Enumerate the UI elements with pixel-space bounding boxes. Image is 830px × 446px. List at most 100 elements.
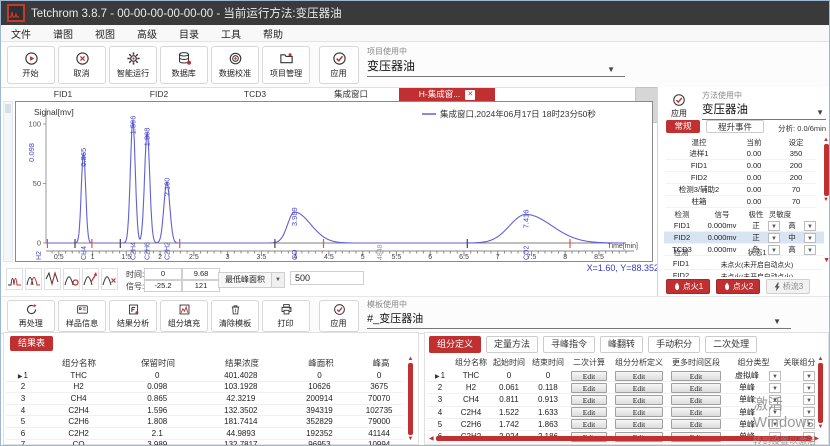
time-start-field[interactable]: 0 xyxy=(144,268,182,280)
definition-row[interactable]: 4C2H41.5221.633EditEditEdit单峰▼▼ xyxy=(427,407,819,419)
component-fill-button[interactable]: 组分填充 xyxy=(160,300,208,332)
status-table-row[interactable]: FID2未点火(未开启自动点火) xyxy=(664,270,822,277)
cancel-button[interactable]: 取消 xyxy=(58,46,106,84)
component-type-dropdown[interactable]: ▼ xyxy=(769,419,781,429)
component-type-dropdown[interactable]: ▼ xyxy=(769,371,781,381)
time-segments-edit-button[interactable]: Edit xyxy=(671,395,721,405)
menu-item-3[interactable]: 视图 xyxy=(95,26,115,41)
time-segments-edit-button[interactable]: Edit xyxy=(671,407,721,417)
template-dropdown[interactable]: 模板使用中 #_变压器油 ▼ xyxy=(367,299,791,329)
secondary-calc-edit-button[interactable]: Edit xyxy=(571,419,607,429)
results-row[interactable]: 4C2H41.596132.3502394319102735 xyxy=(6,405,404,417)
definition-tab-3[interactable]: 寻峰指令 xyxy=(543,336,595,353)
method-dropdown[interactable]: 方法使用中 变压器油 ▼ xyxy=(702,90,826,120)
definition-tab-6[interactable]: 二次处理 xyxy=(705,336,757,353)
temperature-scrollbar[interactable]: ▲▼ xyxy=(822,137,830,203)
clear-template-button[interactable]: 清除模板 xyxy=(211,300,259,332)
results-row[interactable]: 3CH40.86542.321920091470070 xyxy=(6,393,404,405)
data-calibration-button[interactable]: 数据校准 xyxy=(211,46,259,84)
menu-item-4[interactable]: 高级 xyxy=(137,26,157,41)
definition-row[interactable]: 5C2H61.7421.863EditEditEdit单峰▼▼ xyxy=(427,419,819,431)
temp-table-row[interactable]: FID10.00200 xyxy=(666,160,816,172)
method-value[interactable]: 变压器油 ▼ xyxy=(702,101,826,120)
setting-dropdown[interactable]: ▼ xyxy=(804,233,816,243)
analysis-definition-edit-button[interactable]: Edit xyxy=(615,383,663,393)
analysis-definition-edit-button[interactable]: Edit xyxy=(615,419,663,429)
project-dropdown[interactable]: 项目使用中 变压器油 ▼ xyxy=(367,46,625,77)
definition-row[interactable]: ▶1THC00EditEditEdit虚拟峰▼▼ xyxy=(427,370,819,382)
tab-results-table[interactable]: 结果表 xyxy=(10,336,53,351)
chart-side-scrollbar[interactable] xyxy=(3,101,13,262)
status-table-row[interactable]: FID1未点火(未开启自动点火) xyxy=(664,258,822,270)
chromatogram-plot[interactable]: 集成窗口,2024年06月17日 18时23分50秒Signal[mv]0501… xyxy=(15,101,653,262)
peak-circle-tool-icon[interactable] xyxy=(63,268,80,290)
sample-info-button[interactable]: 样品信息 xyxy=(58,300,106,332)
time-end-field[interactable]: 9.68 xyxy=(182,268,220,280)
ignite-2-button[interactable]: 点火2 xyxy=(716,279,760,294)
definition-row[interactable]: 3CH40.8110.913EditEditEdit单峰▼▼ xyxy=(427,394,819,406)
database-button[interactable]: 数据库 xyxy=(160,46,208,84)
time-segments-edit-button[interactable]: Edit xyxy=(671,371,721,381)
time-segments-edit-button[interactable]: Edit xyxy=(671,383,721,393)
secondary-calc-edit-button[interactable]: Edit xyxy=(571,371,607,381)
min-peak-area-label[interactable]: 最低峰面积 xyxy=(218,272,272,288)
analysis-definition-edit-button[interactable]: Edit xyxy=(615,371,663,381)
results-row[interactable]: 5C2H61.808181.741435282979000 xyxy=(6,416,404,428)
tab-h-integration-window[interactable]: H-集成窗... ✕ xyxy=(399,88,495,101)
associated-component-dropdown[interactable]: ▼ xyxy=(803,371,815,381)
chart-tab-集成窗口[interactable]: 集成窗口 xyxy=(303,88,399,101)
template-value[interactable]: #_变压器油 ▼ xyxy=(367,310,791,329)
component-type-dropdown[interactable]: ▼ xyxy=(769,395,781,405)
peak-delete-tool-icon[interactable] xyxy=(101,268,118,290)
associated-component-dropdown[interactable]: ▼ xyxy=(803,419,815,429)
secondary-calc-edit-button[interactable]: Edit xyxy=(571,395,607,405)
definition-row[interactable]: 2H20.0610.118EditEditEdit单峰▼▼ xyxy=(427,382,819,394)
peak-arrow-tool-icon[interactable] xyxy=(82,268,99,290)
results-vertical-scrollbar[interactable]: ▲▼ xyxy=(406,356,415,442)
secondary-calc-edit-button[interactable]: Edit xyxy=(571,383,607,393)
analysis-definition-edit-button[interactable]: Edit xyxy=(615,407,663,417)
chart-tab-fid2[interactable]: FID2 xyxy=(111,88,207,101)
temp-table-row[interactable]: FID20.00200 xyxy=(666,172,816,184)
menu-item-6[interactable]: 工具 xyxy=(221,26,241,41)
associated-component-dropdown[interactable]: ▼ xyxy=(803,407,815,417)
results-row[interactable]: 2H20.098103.1928106263675 xyxy=(6,382,404,394)
det-table-row[interactable]: FID10.000mv正▼高▼ xyxy=(664,220,824,232)
signal-min-field[interactable]: -25.2 xyxy=(144,280,182,292)
start-button[interactable]: 开始 xyxy=(7,46,55,84)
definition-tab-5[interactable]: 手动积分 xyxy=(648,336,700,353)
tab-general[interactable]: 常规 xyxy=(666,120,700,133)
tab-temperature-program[interactable]: 程升事件 xyxy=(706,120,764,133)
titlebar[interactable]: Tetchrom 3.8.7 - 00-00-00-00-00-00 - 当前运… xyxy=(1,1,829,25)
double-peak-tool-icon[interactable] xyxy=(6,268,23,290)
results-row[interactable]: 7CO3.989132.78179695310994 xyxy=(6,440,404,446)
apply-method-button[interactable]: 应用 xyxy=(663,91,695,121)
menu-item-2[interactable]: 谱图 xyxy=(53,26,73,41)
apply-project-button[interactable]: 应用 xyxy=(319,46,359,84)
definition-tab-1[interactable]: 组分定义 xyxy=(429,336,481,353)
associated-component-dropdown[interactable]: ▼ xyxy=(803,395,815,405)
chart-tab-tcd3[interactable]: TCD3 xyxy=(207,88,303,101)
chevron-down-icon[interactable]: ▼ xyxy=(823,257,830,264)
close-icon[interactable]: ✕ xyxy=(465,90,475,100)
project-manage-button[interactable]: 项目管理 xyxy=(262,46,310,84)
menu-item-1[interactable]: 文件 xyxy=(11,26,31,41)
component-type-dropdown[interactable]: ▼ xyxy=(769,383,781,393)
definition-vertical-scrollbar[interactable]: ▲▼ xyxy=(816,356,825,430)
menu-item-5[interactable]: 目录 xyxy=(179,26,199,41)
setting-dropdown[interactable]: ▼ xyxy=(768,233,780,243)
associated-component-dropdown[interactable]: ▼ xyxy=(803,383,815,393)
component-type-dropdown[interactable]: ▼ xyxy=(769,407,781,417)
results-row[interactable]: ▶1THC0401.402800 xyxy=(6,370,404,382)
bridge-current-button[interactable]: 桥流3 xyxy=(766,279,810,294)
time-segments-edit-button[interactable]: Edit xyxy=(671,419,721,429)
setting-dropdown[interactable]: ▼ xyxy=(804,221,816,231)
temp-table-row[interactable]: 柱箱0.0070 xyxy=(666,196,816,208)
reprocess-button[interactable]: 再处理 xyxy=(7,300,55,332)
print-button[interactable]: 打印 xyxy=(262,300,310,332)
apply-template-button[interactable]: 应用 xyxy=(319,300,359,332)
setting-dropdown[interactable]: ▼ xyxy=(768,221,780,231)
det-table-row[interactable]: FID20.000mv正▼中▼ xyxy=(664,232,824,244)
min-peak-area-input[interactable] xyxy=(290,271,364,285)
definition-horizontal-scrollbar[interactable]: ◀▶ xyxy=(429,434,819,442)
